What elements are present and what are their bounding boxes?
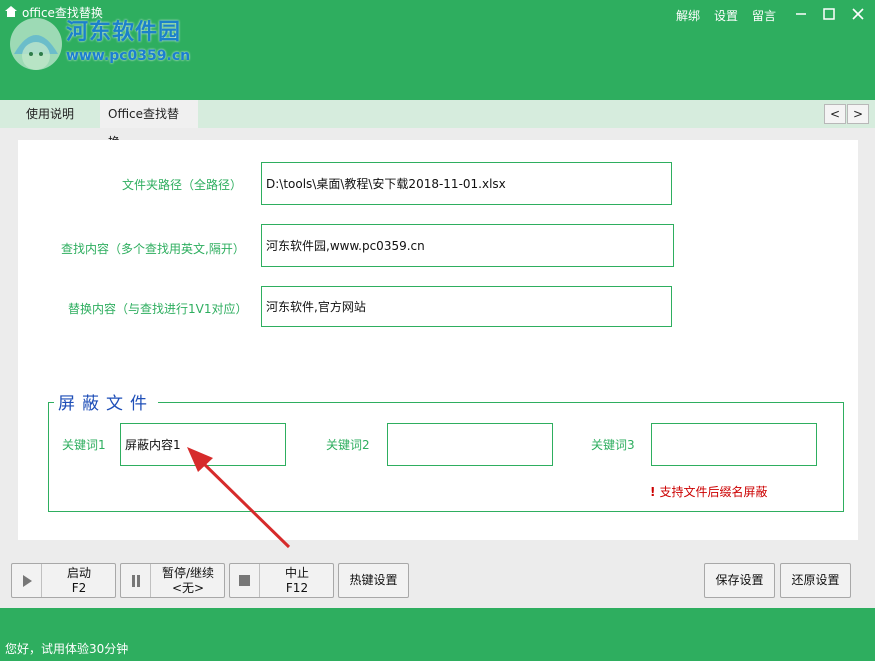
stop-button-hotkey: F12 xyxy=(285,580,309,595)
keyword1-label: 关键词1 xyxy=(62,438,106,452)
pause-button-label: 暂停/继续 xyxy=(161,565,215,580)
hotkey-settings-button[interactable]: 热键设置 xyxy=(338,563,409,598)
keyword2-input[interactable] xyxy=(387,423,553,466)
suffix-shield-text: 支持文件后缀名屏蔽 xyxy=(659,485,768,499)
tab-prev-button[interactable]: < xyxy=(824,104,846,124)
start-button-label: 启动 xyxy=(66,565,91,580)
tab-instructions[interactable]: 使用说明 xyxy=(18,100,82,128)
tab-office-replace[interactable]: Office查找替换 xyxy=(100,100,198,149)
status-text: 您好，试用体验30分钟 xyxy=(5,642,129,656)
menu-message[interactable]: 留言 xyxy=(752,7,776,24)
status-bar xyxy=(0,608,875,661)
start-button[interactable]: 启动 F2 xyxy=(11,563,116,598)
keyword3-input[interactable] xyxy=(651,423,817,466)
replace-content-input[interactable]: 河东软件,官方网站 xyxy=(261,286,672,327)
stop-button-label: 中止 xyxy=(284,565,309,580)
folder-path-input[interactable]: D:\tools\桌面\教程\安下载2018-11-01.xlsx xyxy=(261,162,672,205)
watermark-logo-icon xyxy=(10,18,62,70)
pause-button-hotkey: <无> xyxy=(171,580,205,595)
keyword1-input[interactable]: 屏蔽内容1 xyxy=(120,423,286,466)
menu-unbind[interactable]: 解绑 xyxy=(676,7,700,24)
find-content-label: 查找内容（多个查找用英文,隔开） xyxy=(61,242,245,256)
suffix-shield-note: ! 支持文件后缀名屏蔽 xyxy=(650,483,768,500)
tab-next-button[interactable]: > xyxy=(847,104,869,124)
watermark-name: 河东软件园 xyxy=(66,20,182,45)
replace-content-label: 替换内容（与查找进行1V1对应） xyxy=(68,302,248,316)
close-icon[interactable] xyxy=(850,6,866,22)
restore-settings-button[interactable]: 还原设置 xyxy=(780,563,851,598)
pause-button[interactable]: 暂停/继续 <无> xyxy=(120,563,225,598)
keyword3-label: 关键词3 xyxy=(591,438,635,452)
menu-settings[interactable]: 设置 xyxy=(714,7,738,24)
stop-icon xyxy=(230,564,260,597)
watermark-url: www.pc0359.cn xyxy=(66,48,191,64)
minimize-icon[interactable] xyxy=(793,6,809,22)
pause-icon xyxy=(121,564,151,597)
warning-icon: ! xyxy=(650,485,656,499)
maximize-icon[interactable] xyxy=(821,6,837,22)
shield-files-title: 屏蔽文件 xyxy=(54,389,158,414)
stop-button[interactable]: 中止 F12 xyxy=(229,563,334,598)
save-settings-button[interactable]: 保存设置 xyxy=(704,563,775,598)
find-content-input[interactable]: 河东软件园,www.pc0359.cn xyxy=(261,224,674,267)
folder-path-label: 文件夹路径（全路径） xyxy=(122,178,243,192)
keyword2-label: 关键词2 xyxy=(326,438,370,452)
play-icon xyxy=(12,564,42,597)
start-button-hotkey: F2 xyxy=(71,580,87,595)
